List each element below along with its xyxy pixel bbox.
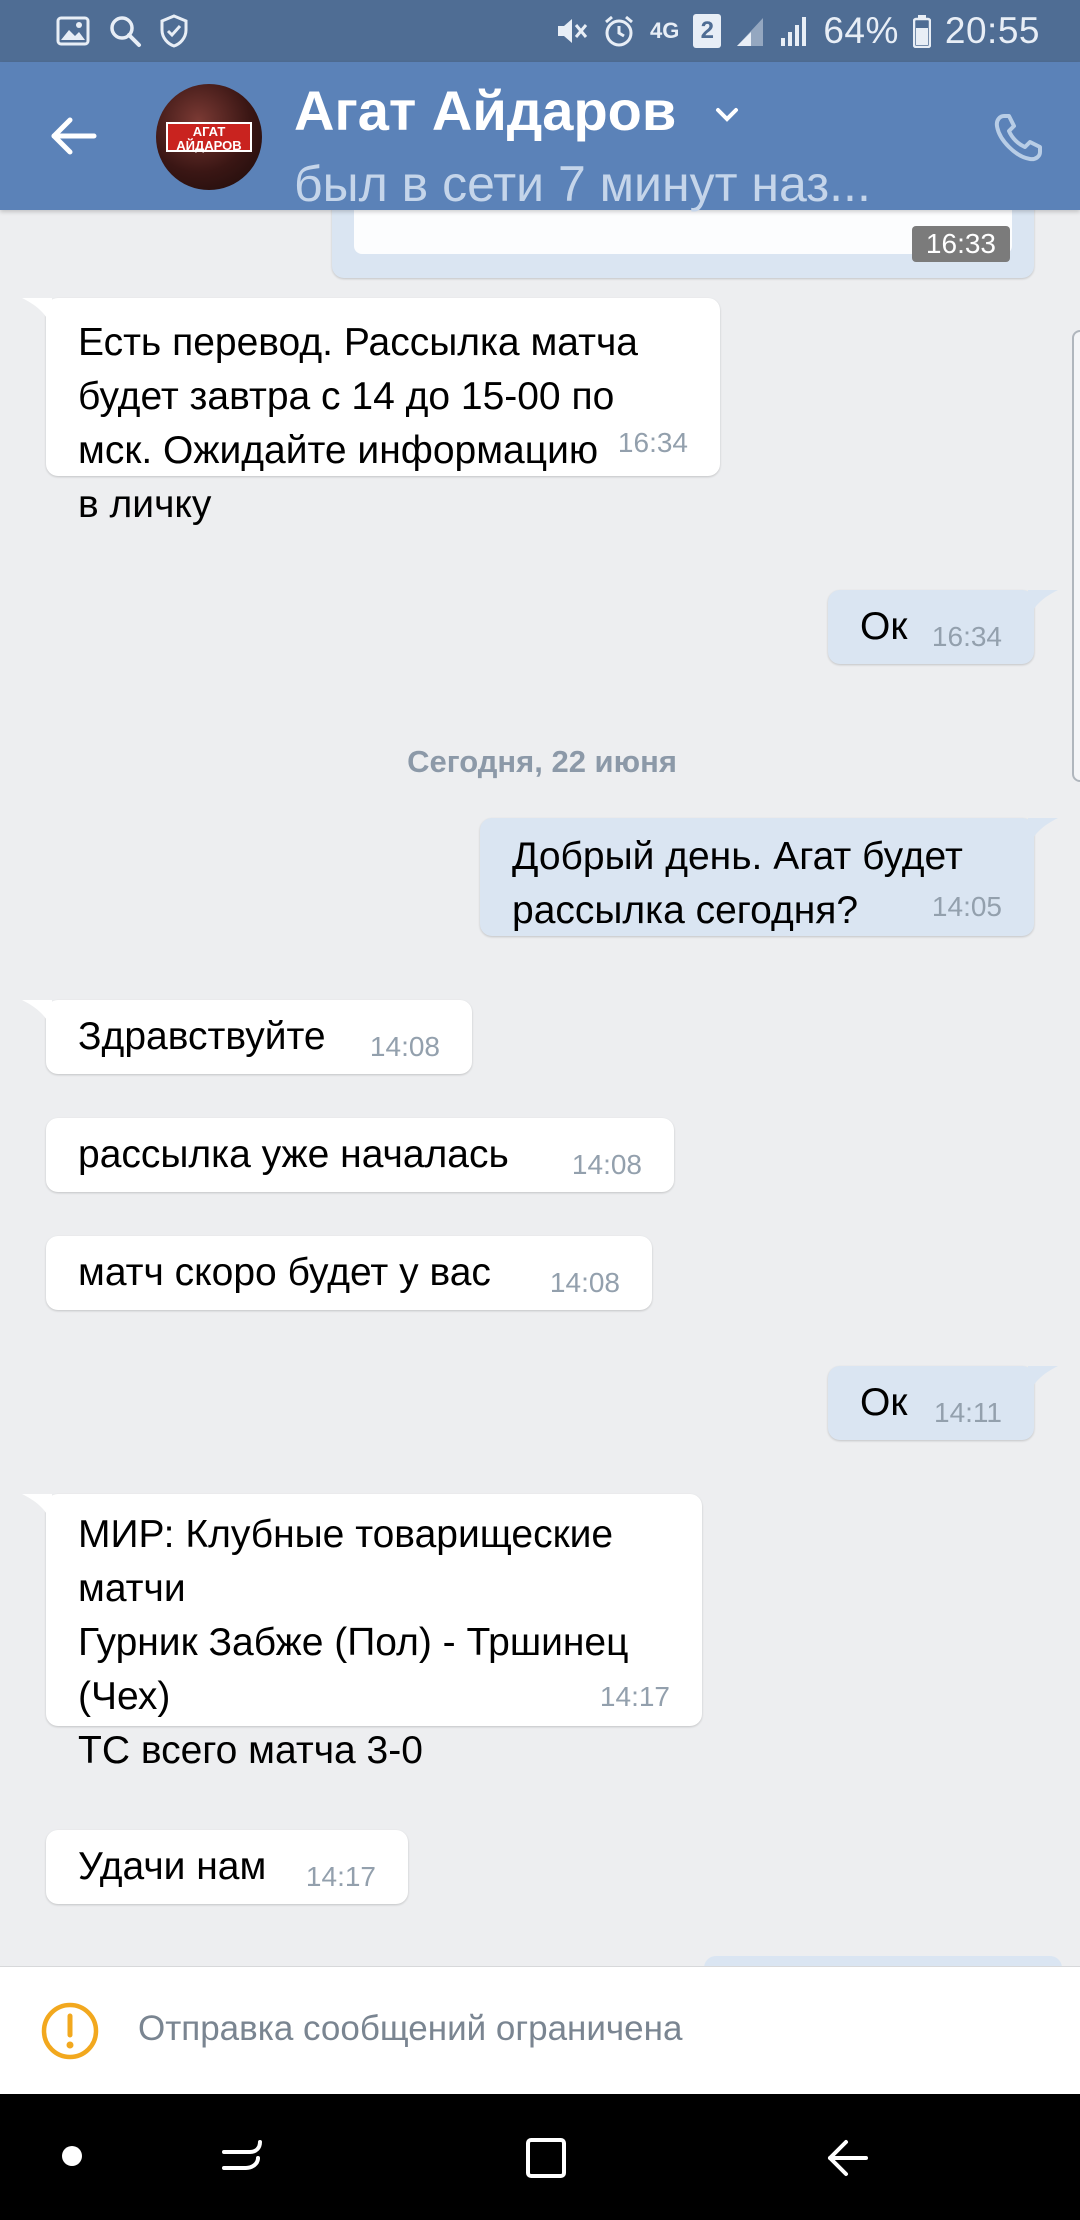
date-divider: Сегодня, 22 июня xyxy=(407,744,677,779)
avatar[interactable]: АГАТ АЙДАРОВ xyxy=(156,84,262,190)
network-4g-icon: 4G xyxy=(649,18,680,43)
message-time: 14:08 xyxy=(571,1149,642,1180)
message-time: 16:33 xyxy=(911,226,1010,262)
message-bubble-partial[interactable]: 16:33 xyxy=(332,210,1034,278)
system-back-button[interactable] xyxy=(820,2130,876,2186)
bubble-tail xyxy=(1028,1366,1058,1396)
home-button[interactable] xyxy=(518,2130,574,2186)
call-button[interactable] xyxy=(990,110,1046,166)
message-time: 14:08 xyxy=(369,1031,440,1062)
phone-icon xyxy=(994,114,1042,162)
bubble-tail xyxy=(1028,818,1058,848)
scrollbar[interactable] xyxy=(1072,330,1080,782)
bubble-tail xyxy=(22,298,52,328)
sim-badge: 2 xyxy=(693,14,722,48)
avatar-label: АГАТ АЙДАРОВ xyxy=(166,122,252,153)
back-button[interactable] xyxy=(46,108,102,164)
recent-apps-button[interactable] xyxy=(216,2130,272,2186)
message-time: 14:17 xyxy=(599,1681,670,1712)
shield-icon xyxy=(160,11,188,51)
status-bar-right: 4G 2 64% 20:55 xyxy=(554,10,1040,52)
chat-header: АГАТ АЙДАРОВ Агат Айдаров был в сети 7 м… xyxy=(0,62,1080,212)
message-time: 14:17 xyxy=(305,1861,376,1892)
message-bubble-incoming[interactable]: Есть перевод. Рассылка матча будет завтр… xyxy=(22,298,720,526)
status-bar: 4G 2 64% 20:55 xyxy=(0,0,1080,62)
search-icon xyxy=(108,11,142,51)
contact-status: был в сети 7 минут наз... xyxy=(294,156,871,212)
message-bubble-incoming[interactable]: матч скоро будет у вас 14:08 xyxy=(46,1236,652,1310)
signal-icon xyxy=(735,11,765,51)
message-bubble-incoming[interactable]: рассылка уже началась 14:08 xyxy=(46,1118,674,1192)
message-time: 16:34 xyxy=(617,427,688,458)
message-bubble-incoming[interactable]: Удачи нам 14:17 xyxy=(46,1830,408,1904)
system-nav-bar xyxy=(0,2094,1080,2220)
back-icon xyxy=(828,2140,868,2176)
restricted-text: Отправка сообщений ограничена xyxy=(138,2009,683,2048)
message-bubble-outgoing[interactable]: Добрый день. Агат будет рассылка сегодня… xyxy=(480,818,1058,936)
mute-icon xyxy=(554,11,588,51)
clock: 20:55 xyxy=(944,10,1040,51)
chevron-down-icon[interactable] xyxy=(712,100,742,130)
message-text: матч скоро будет у вас xyxy=(78,1251,491,1294)
message-text: Добрый день. Агат будет рассылка сегодня… xyxy=(512,835,963,932)
message-text: Есть перевод. Рассылка матча будет завтр… xyxy=(78,321,638,526)
message-bubble-incoming[interactable]: МИР: Клубные товарищеские матчи Гурник З… xyxy=(22,1494,702,1772)
restricted-notice: Отправка сообщений ограничена xyxy=(0,1966,1080,2094)
message-bubble-partial xyxy=(704,1956,1062,1966)
message-list[interactable]: 16:33 Есть перевод. Рассылка матча будет… xyxy=(0,210,1080,1966)
battery-percent: 64% xyxy=(823,10,899,51)
bubble-tail xyxy=(22,1494,52,1524)
bubble-tail xyxy=(1028,590,1058,620)
battery-icon xyxy=(912,11,931,51)
message-time: 16:34 xyxy=(931,621,1002,652)
message-bubble-incoming[interactable]: Здравствуйте 14:08 xyxy=(22,1000,472,1074)
message-bubble-outgoing[interactable]: Ок 14:11 xyxy=(828,1366,1058,1440)
alarm-icon xyxy=(602,11,636,51)
contact-name[interactable]: Агат Айдаров xyxy=(294,78,676,143)
recent-apps-icon xyxy=(222,2140,262,2170)
status-bar-left xyxy=(56,11,188,51)
bubble-tail xyxy=(22,1000,52,1030)
nav-dot-icon[interactable] xyxy=(62,2146,82,2166)
gallery-icon xyxy=(56,11,90,51)
arrow-left-icon xyxy=(51,117,97,155)
signal-icon xyxy=(779,11,809,51)
message-bubble-outgoing[interactable]: Ок 16:34 xyxy=(828,590,1058,664)
message-time: 14:08 xyxy=(549,1267,620,1298)
message-time: 14:11 xyxy=(934,1397,1002,1428)
warning-icon xyxy=(40,2001,100,2061)
message-time: 14:05 xyxy=(931,891,1002,922)
message-text: МИР: Клубные товарищеские матчи Гурник З… xyxy=(78,1513,629,1772)
home-icon xyxy=(526,2138,566,2178)
message-text: рассылка уже началась xyxy=(78,1133,509,1176)
